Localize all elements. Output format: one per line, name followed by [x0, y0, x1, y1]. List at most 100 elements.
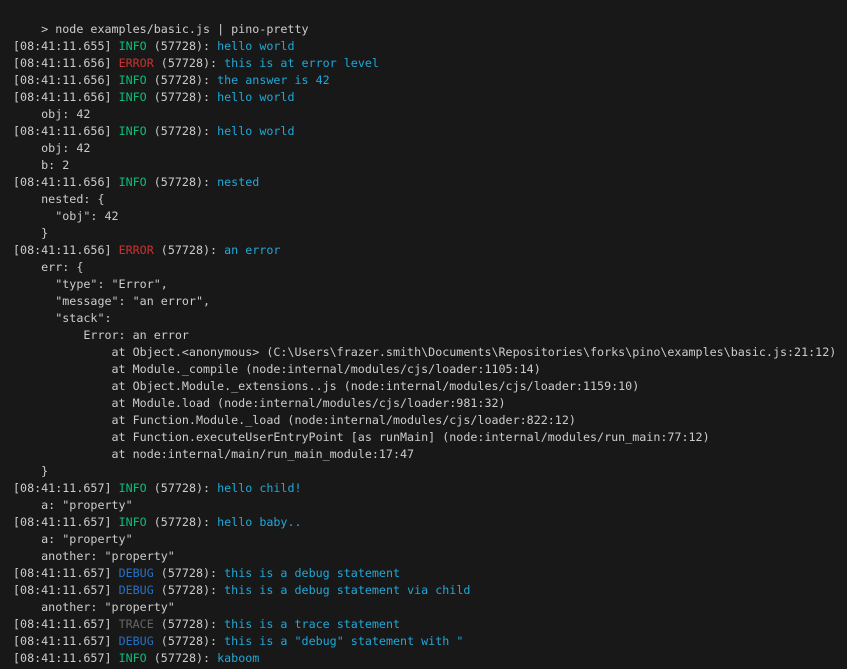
log-line: [08:41:11.656] INFO (57728): hello world [13, 123, 847, 140]
log-timestamp: [08:41:11.657] [13, 634, 119, 648]
log-line: err: { [13, 259, 847, 276]
log-timestamp: [08:41:11.656] [13, 124, 119, 138]
log-line: [08:41:11.657] DEBUG (57728): this is a … [13, 582, 847, 599]
log-text: (57728): [147, 90, 217, 104]
log-text: at Function.Module._load (node:internal/… [13, 413, 576, 427]
log-timestamp: [08:41:11.657] [13, 481, 119, 495]
log-line: "stack": [13, 310, 847, 327]
log-message: hello world [217, 124, 294, 138]
log-line: [08:41:11.657] INFO (57728): hello baby.… [13, 514, 847, 531]
log-level-badge: DEBUG [119, 583, 154, 597]
log-text: at node:internal/main/run_main_module:17… [13, 447, 414, 461]
log-level-badge: INFO [119, 651, 147, 665]
command-line: > node examples/basic.js | pino-pretty [13, 4, 847, 21]
log-message: kaboom [217, 651, 259, 665]
log-line: [08:41:11.657] DEBUG (57728): this is a … [13, 633, 847, 650]
log-text: (57728): [147, 175, 217, 189]
log-text: } [13, 226, 48, 240]
log-text: (57728): [147, 124, 217, 138]
log-line: another: "property" [13, 548, 847, 565]
log-text: (57728): [154, 56, 224, 70]
log-message: this is a trace statement [224, 617, 400, 631]
log-message: this is a debug statement [224, 566, 400, 580]
log-line: a: "property" [13, 497, 847, 514]
log-line: at Object.<anonymous> (C:\Users\frazer.s… [13, 344, 847, 361]
log-line: at node:internal/main/run_main_module:17… [13, 446, 847, 463]
log-message: nested [217, 175, 259, 189]
log-line: Error: an error [13, 327, 847, 344]
log-text: nested: { [13, 192, 104, 206]
log-line: } [13, 225, 847, 242]
log-text: obj: 42 [13, 107, 90, 121]
log-line: [08:41:11.656] INFO (57728): hello world [13, 89, 847, 106]
log-line: [08:41:11.656] ERROR (57728): this is at… [13, 55, 847, 72]
log-level-badge: INFO [119, 175, 147, 189]
log-text: (57728): [154, 634, 224, 648]
log-level-badge: DEBUG [119, 566, 154, 580]
log-line: [08:41:11.655] INFO (57728): hello world [13, 38, 847, 55]
log-line: at Module._compile (node:internal/module… [13, 361, 847, 378]
log-timestamp: [08:41:11.657] [13, 566, 119, 580]
log-message: this is a debug statement via child [224, 583, 470, 597]
log-text: (57728): [147, 515, 217, 529]
log-timestamp: [08:41:11.656] [13, 56, 119, 70]
command-text: > node examples/basic.js | pino-pretty [41, 22, 308, 36]
log-message: this is a "debug" statement with " [224, 634, 463, 648]
log-message: hello child! [217, 481, 301, 495]
log-timestamp: [08:41:11.657] [13, 651, 119, 665]
log-line: obj: 42 [13, 106, 847, 123]
log-level-badge: TRACE [119, 617, 154, 631]
log-text: another: "property" [13, 600, 175, 614]
log-line: another: "property" [13, 599, 847, 616]
log-timestamp: [08:41:11.657] [13, 617, 119, 631]
log-line: [08:41:11.657] TRACE (57728): this is a … [13, 616, 847, 633]
log-text: (57728): [147, 73, 217, 87]
log-line: obj: 42 [13, 140, 847, 157]
log-text: a: "property" [13, 498, 133, 512]
log-text: at Module.load (node:internal/modules/cj… [13, 396, 506, 410]
log-level-badge: INFO [119, 90, 147, 104]
log-text: at Module._compile (node:internal/module… [13, 362, 541, 376]
log-text: (57728): [147, 651, 217, 665]
log-level-badge: ERROR [119, 243, 154, 257]
log-text: (57728): [147, 39, 217, 53]
terminal-output: > node examples/basic.js | pino-pretty [… [0, 0, 847, 669]
log-line: "type": "Error", [13, 276, 847, 293]
log-level-badge: INFO [119, 124, 147, 138]
log-timestamp: [08:41:11.656] [13, 90, 119, 104]
log-level-badge: DEBUG [119, 634, 154, 648]
log-timestamp: [08:41:11.656] [13, 73, 119, 87]
log-text: "stack": [13, 311, 112, 325]
log-line: "obj": 42 [13, 208, 847, 225]
log-line: "message": "an error", [13, 293, 847, 310]
log-line: [08:41:11.656] ERROR (57728): an error [13, 242, 847, 259]
log-line: at Function.executeUserEntryPoint [as ru… [13, 429, 847, 446]
log-text: (57728): [154, 566, 224, 580]
log-level-badge: INFO [119, 73, 147, 87]
log-line: } [13, 463, 847, 480]
log-timestamp: [08:41:11.656] [13, 175, 119, 189]
log-line: [08:41:11.656] INFO (57728): nested [13, 174, 847, 191]
log-line: [08:41:11.657] INFO (57728): kaboom [13, 650, 847, 667]
log-message: hello world [217, 90, 294, 104]
log-message: an error [224, 243, 280, 257]
log-text: (57728): [154, 617, 224, 631]
log-text: at Object.Module._extensions..js (node:i… [13, 379, 639, 393]
log-line: at Function.Module._load (node:internal/… [13, 412, 847, 429]
log-message: the answer is 42 [217, 73, 330, 87]
log-line: at Module.load (node:internal/modules/cj… [13, 395, 847, 412]
log-timestamp: [08:41:11.657] [13, 583, 119, 597]
log-lines: [08:41:11.655] INFO (57728): hello world… [13, 38, 847, 667]
log-text: (57728): [154, 583, 224, 597]
log-timestamp: [08:41:11.656] [13, 243, 119, 257]
log-text: err: { [13, 260, 83, 274]
log-line: nested: { [13, 191, 847, 208]
log-level-badge: INFO [119, 515, 147, 529]
log-line: b: 2 [13, 157, 847, 174]
log-text: "type": "Error", [13, 277, 168, 291]
log-message: hello world [217, 39, 294, 53]
log-text: } [13, 464, 48, 478]
log-level-badge: ERROR [119, 56, 154, 70]
log-text: "message": "an error", [13, 294, 210, 308]
log-timestamp: [08:41:11.657] [13, 515, 119, 529]
